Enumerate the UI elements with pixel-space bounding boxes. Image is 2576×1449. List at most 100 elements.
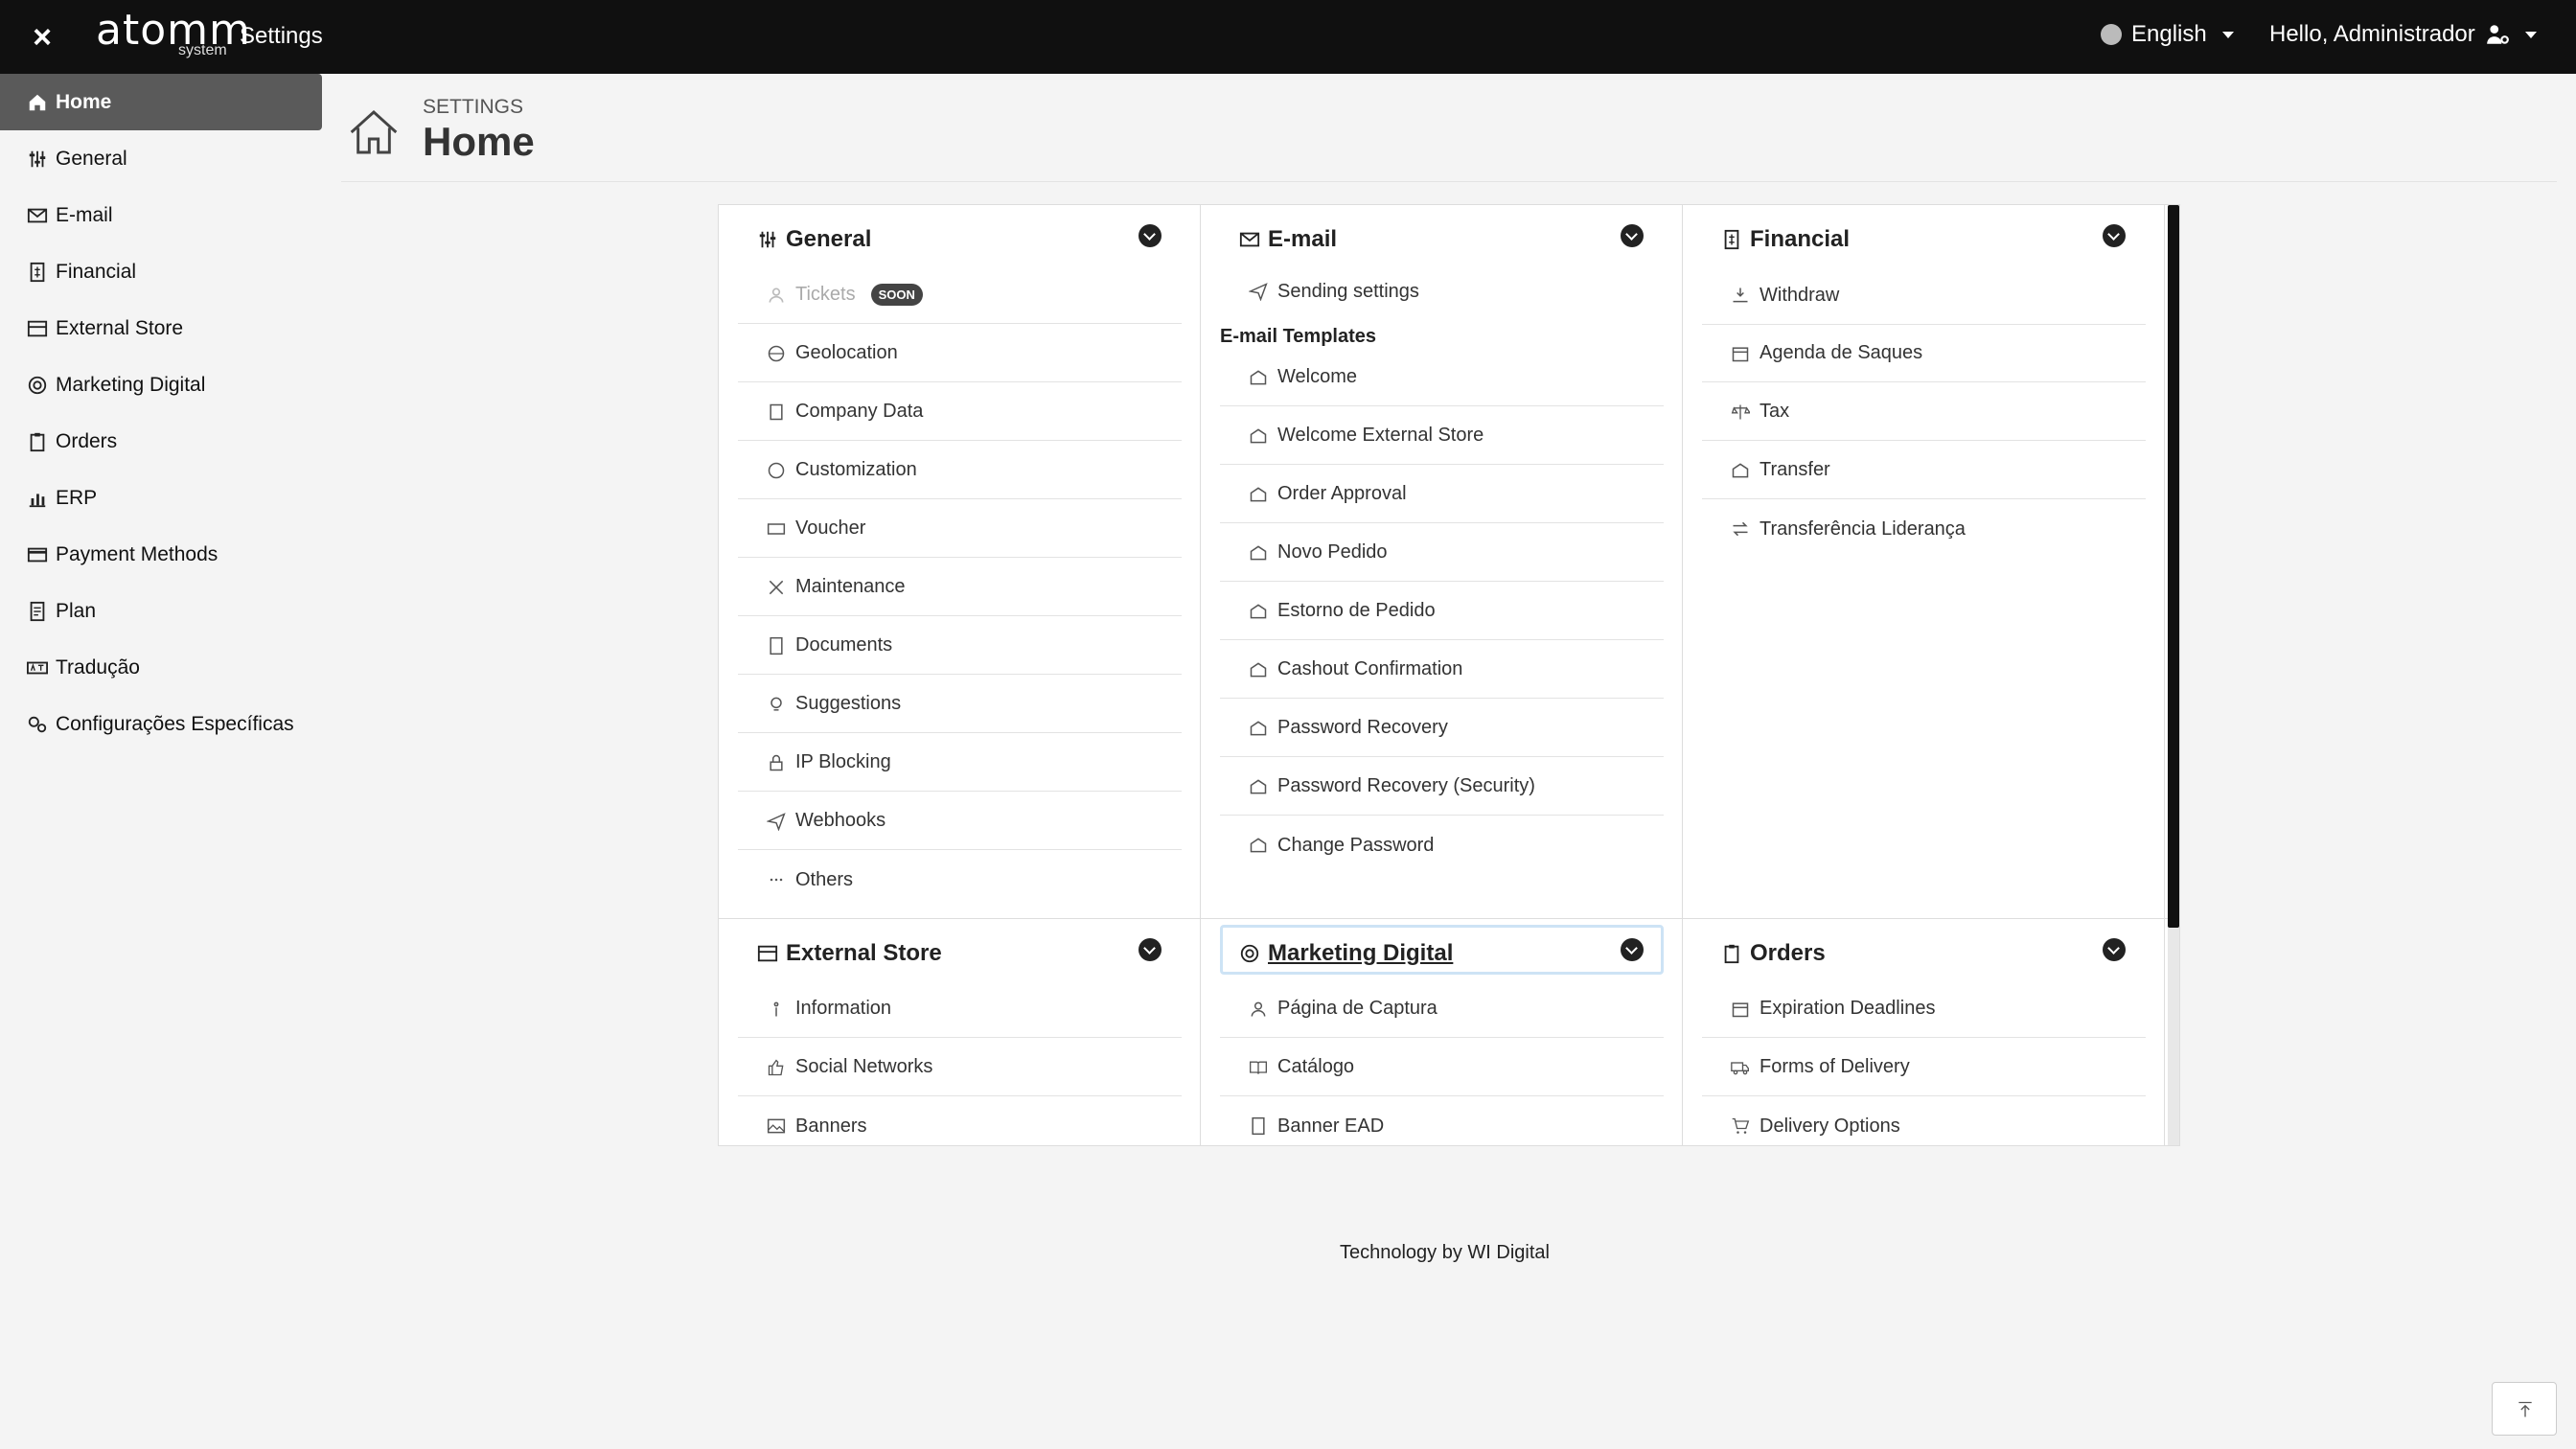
megaphone-icon (28, 376, 47, 394)
sidebar-item-label: Financial (56, 260, 137, 283)
ticket-icon (767, 522, 786, 535)
globe-icon (768, 345, 785, 361)
list-item-change-password[interactable]: Change Password (1220, 816, 1664, 874)
item-label: Estorno de Pedido (1277, 600, 1436, 621)
sidebar-item-external-store[interactable]: External Store (0, 300, 322, 356)
list-item-withdraw[interactable]: Withdraw (1702, 266, 2146, 325)
list-item-ip-blocking[interactable]: IP Blocking (738, 734, 1182, 792)
list-item-company-data[interactable]: Company Data (738, 383, 1182, 441)
list-item-documents[interactable]: Documents (738, 617, 1182, 675)
marketing-collapse-toggle[interactable] (1621, 938, 1644, 961)
list-item-welcome[interactable]: Welcome (1220, 349, 1664, 406)
home-icon (29, 94, 46, 110)
lock-icon (770, 754, 783, 770)
list-item-others[interactable]: Others (738, 851, 1182, 908)
sidebar-item-erp[interactable]: ERP (0, 470, 322, 526)
language-label: English (2131, 21, 2207, 47)
sidebar-item-email[interactable]: E-mail (0, 187, 322, 243)
list-item-sending-settings[interactable]: Sending settings (1220, 266, 1664, 316)
email-card-title[interactable]: E-mail (1239, 226, 1337, 253)
sidebar-item-label: Tradução (56, 656, 140, 678)
general-card: General Tickets SOON Geolocation Company… (719, 205, 1201, 918)
list-item-social-networks[interactable]: Social Networks (738, 1039, 1182, 1096)
list-item-estorno-de-pedido[interactable]: Estorno de Pedido (1220, 583, 1664, 640)
list-item-password-recovery-security[interactable]: Password Recovery (Security) (1220, 758, 1664, 816)
chart-icon (29, 493, 46, 507)
sidebar-item-marketing-digital[interactable]: Marketing Digital (0, 356, 322, 413)
list-item-welcome-external-store[interactable]: Welcome External Store (1220, 407, 1664, 465)
list-item-voucher[interactable]: Voucher (738, 500, 1182, 558)
ellipsis-icon (770, 878, 783, 882)
item-label: Order Approval (1277, 483, 1407, 504)
sidebar-item-financial[interactable]: Financial (0, 243, 322, 300)
list-item-transferencia-lideranca[interactable]: Transferência Liderança (1702, 500, 2146, 558)
list-item-delivery-options[interactable]: Delivery Options (1702, 1097, 2146, 1145)
close-button[interactable]: × (21, 16, 63, 58)
list-item-banner-ead[interactable]: Banner EAD (1220, 1097, 1664, 1145)
envelope-open-icon (1250, 427, 1267, 443)
list-item-webhooks[interactable]: Webhooks (738, 793, 1182, 850)
language-dropdown[interactable]: English (2101, 21, 2234, 48)
external-store-card-title[interactable]: External Store (757, 940, 942, 967)
financial-collapse-toggle[interactable] (2103, 224, 2126, 247)
list-item-transfer[interactable]: Transfer (1702, 442, 2146, 499)
list-item-customization[interactable]: Customization (738, 442, 1182, 499)
financial-title-label: Financial (1750, 226, 1851, 252)
list-item-expiration-deadlines[interactable]: Expiration Deadlines (1702, 980, 2146, 1038)
item-label: Banner EAD (1277, 1115, 1385, 1137)
sidebar-item-label: ERP (56, 486, 98, 509)
list-item-order-approval[interactable]: Order Approval (1220, 466, 1664, 523)
list-item-password-recovery[interactable]: Password Recovery (1220, 700, 1664, 757)
sidebar-item-general[interactable]: General (0, 130, 322, 187)
sidebar-item-payment-methods[interactable]: Payment Methods (0, 526, 322, 583)
email-collapse-toggle[interactable] (1621, 224, 1644, 247)
financial-card-title[interactable]: Financial (1721, 226, 1850, 253)
list-item-banners[interactable]: Banners (738, 1097, 1182, 1145)
external-store-card: External Store Information Social Networ… (719, 919, 1201, 1145)
item-label: Customization (795, 459, 917, 480)
list-item-agenda-de-saques[interactable]: Agenda de Saques (1702, 325, 2146, 382)
sidebar-item-label: Configurações Específicas (56, 712, 294, 735)
list-item-novo-pedido[interactable]: Novo Pedido (1220, 524, 1664, 582)
general-card-title[interactable]: General (757, 226, 871, 253)
list-item-maintenance[interactable]: Maintenance (738, 559, 1182, 616)
list-item-tax[interactable]: Tax (1702, 383, 2146, 441)
marketing-card-title[interactable]: Marketing Digital (1239, 940, 1453, 967)
sidebar-item-traducao[interactable]: Tradução (0, 639, 322, 696)
orders-collapse-toggle[interactable] (2103, 938, 2126, 961)
list-item-cashout-confirmation[interactable]: Cashout Confirmation (1220, 641, 1664, 699)
scroll-to-top-button[interactable] (2492, 1382, 2557, 1436)
user-menu[interactable]: Hello, Administrador (2269, 21, 2537, 48)
item-label: Maintenance (795, 576, 906, 597)
gears-icon (28, 716, 47, 732)
orders-card-title[interactable]: Orders (1721, 940, 1826, 967)
panel-scrollbar[interactable] (2168, 205, 2179, 1145)
sliders-icon (29, 150, 46, 167)
sidebar-item-label: E-mail (56, 203, 113, 226)
list-item-forms-of-delivery[interactable]: Forms of Delivery (1702, 1039, 2146, 1096)
list-item-geolocation[interactable]: Geolocation (738, 325, 1182, 382)
doc-icon (770, 636, 783, 655)
item-label: Change Password (1277, 834, 1435, 856)
scrollbar-thumb[interactable] (2168, 205, 2179, 928)
envelope-open-icon (1250, 838, 1267, 853)
envelope-open-icon (1250, 544, 1267, 560)
sidebar-item-orders[interactable]: Orders (0, 413, 322, 470)
sidebar-item-configuracoes-especificas[interactable]: Configurações Específicas (0, 696, 322, 752)
list-item-information[interactable]: Information (738, 980, 1182, 1038)
item-label: Geolocation (795, 342, 898, 363)
thumbs-up-icon (768, 1058, 784, 1075)
list-item-suggestions[interactable]: Suggestions (738, 676, 1182, 733)
settings-panel: General Tickets SOON Geolocation Company… (718, 204, 2180, 1146)
sidebar-item-home[interactable]: Home (0, 74, 322, 130)
sidebar-item-label: Payment Methods (56, 542, 218, 565)
page-header: SETTINGS Home (341, 86, 2557, 182)
list-item-pagina-de-captura[interactable]: Página de Captura (1220, 980, 1664, 1038)
general-collapse-toggle[interactable] (1138, 224, 1162, 247)
sidebar-item-plan[interactable]: Plan (0, 583, 322, 639)
external-store-collapse-toggle[interactable] (1138, 938, 1162, 961)
financial-card: Financial Withdraw Agenda de Saques Tax … (1683, 205, 2165, 918)
list-item-catalogo[interactable]: Catálogo (1220, 1039, 1664, 1096)
send-icon (767, 812, 786, 831)
marketing-card: Marketing Digital Página de Captura Catá… (1201, 919, 1683, 1145)
